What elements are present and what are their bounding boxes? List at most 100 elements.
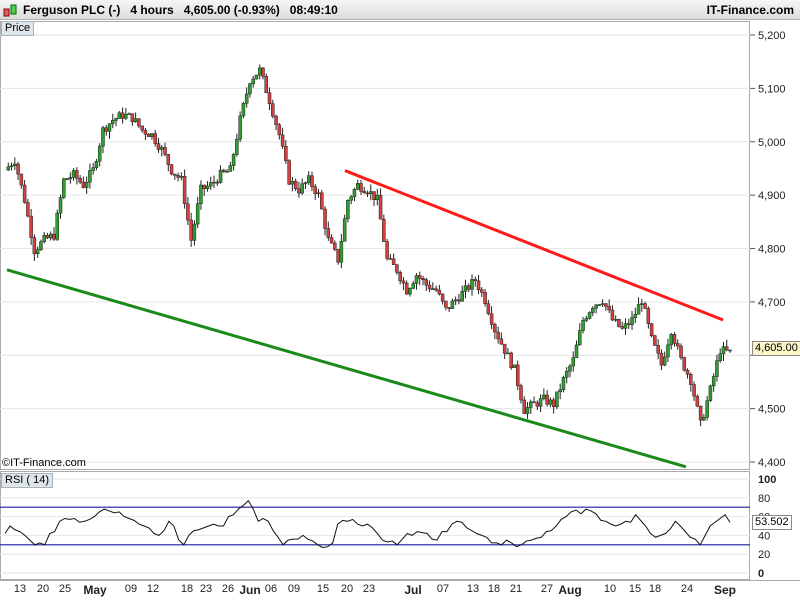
candle-body (476, 280, 481, 290)
candle-body (35, 249, 40, 254)
resistance-trendline (344, 169, 724, 322)
candle-body (52, 233, 56, 240)
candle-body (675, 343, 680, 347)
candle-body (584, 318, 589, 321)
x-tick-label: 27 (540, 583, 554, 595)
candle-body (313, 186, 317, 195)
candle-body (290, 180, 295, 185)
candle-body (659, 352, 664, 366)
candle-body (587, 312, 592, 319)
candle-body (568, 365, 572, 372)
candle-body (538, 398, 543, 407)
candle-body (411, 283, 415, 289)
candle-body (669, 334, 673, 346)
candle-body (320, 192, 324, 210)
x-tick-label: 18 (487, 583, 501, 595)
candle-body (339, 241, 344, 263)
candle-body (45, 235, 50, 239)
candle-body (9, 165, 14, 168)
candle-body (362, 191, 366, 194)
x-tick-label: 13 (466, 583, 480, 595)
candle-body (306, 175, 311, 183)
candle-body (55, 212, 60, 240)
candle-body (163, 147, 167, 155)
candle-body (480, 289, 484, 293)
candle-body (604, 303, 608, 307)
candle-body (336, 249, 340, 263)
rsi-tick-label: 40 (758, 530, 770, 542)
candle-body (666, 344, 670, 358)
candle-body (127, 113, 131, 115)
x-tick-label: 18 (180, 583, 194, 595)
candle-body (42, 235, 46, 242)
candle-body (695, 395, 700, 407)
candle-body (101, 127, 105, 147)
candle-body (440, 293, 445, 302)
candle-body (346, 200, 350, 220)
candle-body (421, 278, 425, 281)
candle-body (551, 399, 556, 408)
candle-body (257, 67, 262, 76)
candle-body (199, 184, 203, 205)
candle-body (728, 349, 732, 352)
candle-body (591, 308, 595, 313)
candle-body (398, 272, 402, 282)
candle-body (463, 285, 468, 292)
candle-body (724, 346, 729, 351)
candle-body (708, 385, 713, 401)
candle-body (238, 115, 242, 140)
candle-body (718, 353, 722, 361)
candle-body (388, 258, 393, 260)
candle-body (434, 288, 438, 291)
candle-body (300, 183, 304, 194)
candle-body (721, 346, 726, 355)
candle-body (173, 173, 177, 176)
price-tick-label: 4,900 (758, 190, 786, 202)
candle-body (333, 242, 337, 250)
candle-body (542, 394, 546, 399)
candle-body (437, 289, 442, 295)
candle-body (150, 133, 154, 137)
candle-body (473, 279, 478, 282)
candle-body (509, 352, 513, 368)
candle-body (607, 306, 611, 311)
candle-body (512, 364, 517, 368)
candle-body (97, 145, 102, 162)
candle-body (702, 416, 706, 421)
candle-body (65, 178, 69, 180)
candle-body (643, 303, 647, 309)
candle-body (22, 184, 27, 203)
candle-body (359, 183, 363, 192)
candle-body (156, 143, 161, 150)
candle-body (267, 92, 272, 104)
candle-body (600, 303, 605, 305)
candle-body (705, 400, 709, 418)
candle-body (431, 288, 435, 290)
price-tick-label: 4,500 (758, 404, 786, 416)
candle-body (633, 314, 638, 318)
candle-body (581, 320, 585, 331)
candle-body (78, 178, 82, 183)
candle-body (29, 215, 33, 238)
candle-body (555, 391, 559, 408)
x-tick-label: 18 (648, 583, 662, 595)
candle-body (519, 385, 523, 401)
candle-body (58, 197, 63, 214)
x-tick-label: 15 (628, 583, 642, 595)
x-tick-label: 24 (680, 583, 694, 595)
candle-body (646, 308, 651, 324)
candle-body (548, 399, 553, 405)
candle-body (545, 394, 549, 405)
candle-body (662, 356, 667, 366)
candle-body (186, 203, 190, 221)
candle-body (578, 330, 582, 346)
price-tick-label: 5,100 (758, 83, 786, 95)
candle-body (94, 161, 99, 168)
candle-body (153, 133, 157, 144)
candle-body (114, 118, 118, 121)
candle-body (264, 76, 269, 94)
candle-body (447, 307, 451, 309)
price-tick-label: 5,200 (758, 30, 786, 42)
candle-body (225, 171, 229, 173)
candle-body (208, 182, 213, 187)
